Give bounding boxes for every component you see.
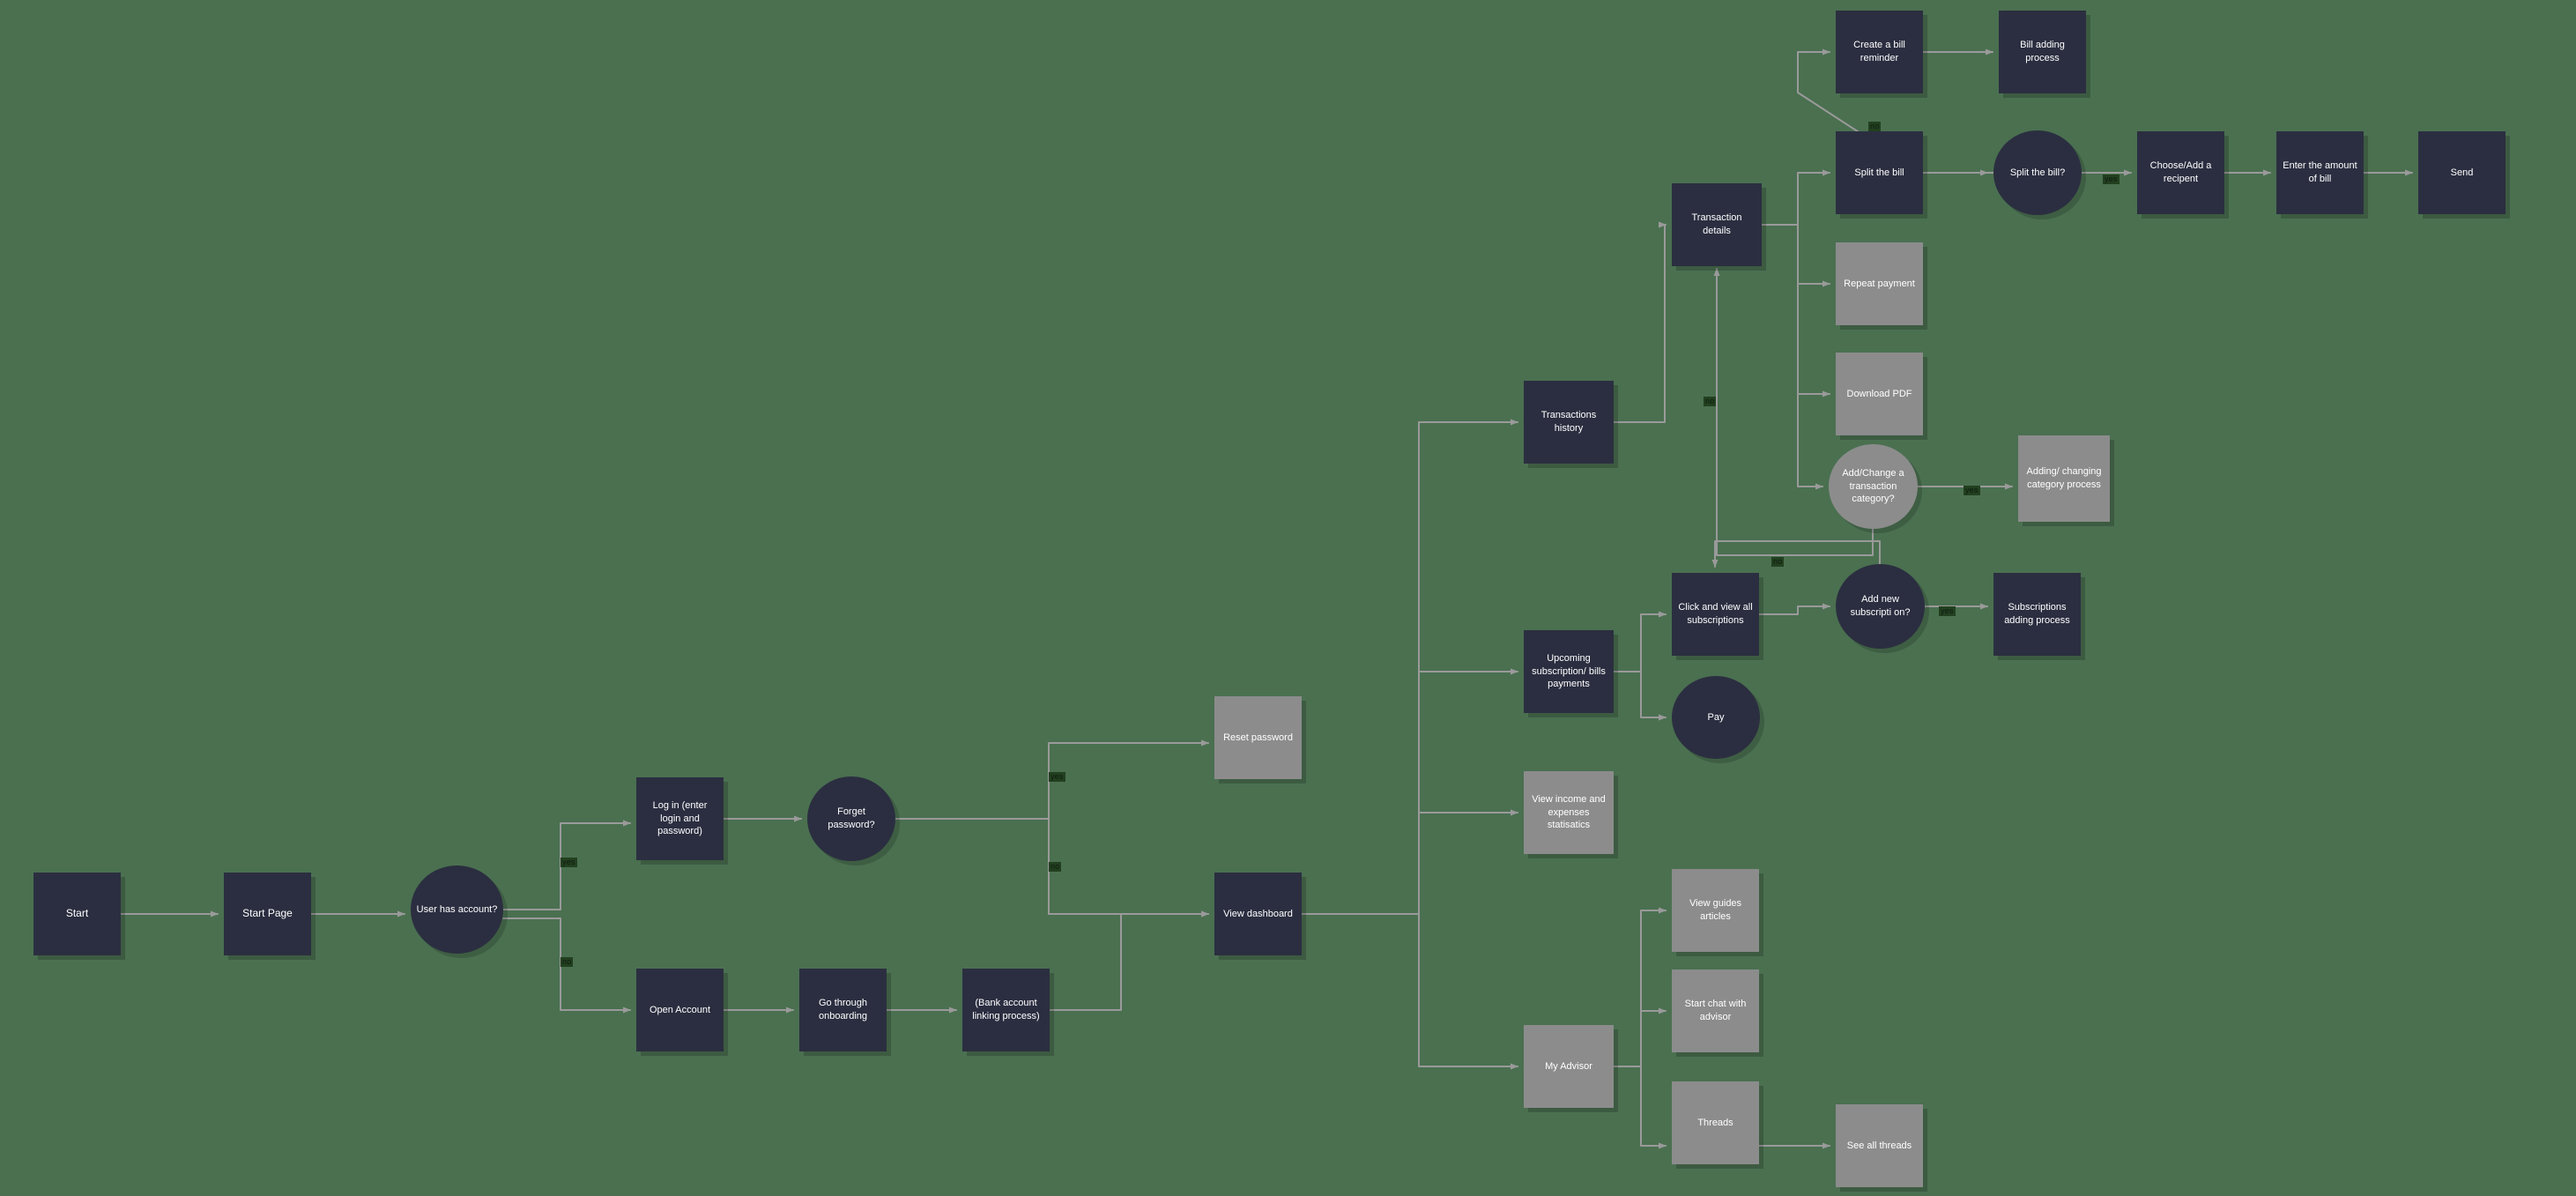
- flow-node-label: Create a bill reminder: [1853, 40, 1905, 63]
- flow-node-see_all_threads[interactable]: See all threads: [1836, 1104, 1923, 1187]
- flow-node-reset_password[interactable]: Reset password: [1214, 696, 1302, 779]
- flow-node-label: Transaction details: [1691, 212, 1742, 236]
- flow-node-label: Adding/ changing category process: [2026, 466, 2102, 490]
- flow-node-view_dashboard[interactable]: View dashboard: [1214, 873, 1302, 955]
- edge-path: [1301, 419, 1518, 915]
- edge-label-acct_no: no: [560, 957, 574, 967]
- flow-node-category_process[interactable]: Adding/ changing category process: [2018, 435, 2110, 522]
- flow-node-label: Send: [2450, 167, 2474, 178]
- flow-node-label: View guides articles: [1689, 898, 1742, 922]
- flow-node-label: Enter the amount of bill: [2283, 160, 2357, 184]
- edge-label-forget_no: no: [1049, 862, 1062, 872]
- flow-node-start[interactable]: Start: [33, 873, 121, 955]
- edge-label-cat_yes: yes: [1964, 486, 1980, 495]
- flow-node-create_bill[interactable]: Create a bill reminder: [1836, 11, 1923, 93]
- flow-node-split_bill_q[interactable]: Split the bill?: [1993, 130, 2082, 215]
- flow-node-label: Add/Change a transaction category?: [1842, 468, 1904, 505]
- flow-node-start_chat[interactable]: Start chat with advisor: [1672, 969, 1759, 1052]
- flow-node-sub_adding[interactable]: Subscriptions adding process: [1993, 573, 2081, 656]
- flow-node-change_category[interactable]: Add/Change a transaction category?: [1829, 444, 1918, 529]
- edge-path: [1418, 913, 1518, 1070]
- flow-node-my_advisor[interactable]: My Advisor: [1524, 1025, 1614, 1108]
- edge-path: [1613, 907, 1667, 1067]
- edge-label-split_yes: yes: [2103, 175, 2119, 184]
- flow-node-onboarding[interactable]: Go through onboarding: [799, 969, 887, 1051]
- flow-node-label: Forget password?: [828, 806, 875, 830]
- flow-node-label: Bill adding process: [2020, 40, 2065, 63]
- flow-node-tx_details[interactable]: Transaction details: [1672, 183, 1762, 266]
- flow-node-download_pdf[interactable]: Download PDF: [1836, 353, 1923, 435]
- edge-label-forget_yes: yes: [1049, 772, 1065, 782]
- flow-node-label: Click and view all subscriptions: [1678, 602, 1753, 626]
- flow-node-label: Log in (enter login and password): [652, 800, 708, 837]
- flow-node-label: Add new subscripti on?: [1850, 594, 1911, 618]
- edge-path: [1613, 671, 1667, 721]
- edge-path: [1711, 540, 1881, 568]
- edge-path: [1613, 1066, 1667, 1149]
- flow-node-bill_adding[interactable]: Bill adding process: [1999, 11, 2086, 93]
- edge-path: [1797, 393, 1823, 490]
- flow-node-send[interactable]: Send: [2418, 131, 2505, 214]
- edge-label-sub_yes: yes: [1939, 606, 1956, 616]
- flow-node-login[interactable]: Log in (enter login and password): [636, 777, 724, 860]
- edge-label-split_no: no: [1868, 122, 1882, 131]
- flow-node-income_stats[interactable]: View income and expenses statisatics: [1524, 771, 1614, 854]
- flow-node-label: View dashboard: [1223, 908, 1293, 919]
- flow-node-label: Upcoming subscription/ bills payments: [1532, 653, 1606, 690]
- edge-path: [1049, 910, 1209, 1011]
- edge-path: [1613, 221, 1667, 423]
- flow-node-forget_password[interactable]: Forget password?: [807, 776, 895, 861]
- flow-node-label: Transactions history: [1540, 410, 1597, 434]
- edge-path: [1613, 611, 1667, 672]
- flow-node-tx_history[interactable]: Transactions history: [1524, 381, 1614, 464]
- edge-label-cat_no: no: [1704, 397, 1717, 406]
- flow-node-split_bill[interactable]: Split the bill: [1836, 131, 1923, 214]
- flow-node-label: Subscriptions adding process: [2004, 602, 2070, 626]
- flow-node-label: Start: [65, 907, 89, 920]
- flow-node-label: Go through onboarding: [818, 998, 868, 1021]
- flow-node-label: Choose/Add a recipent: [2149, 160, 2212, 184]
- flow-node-click_view_subs[interactable]: Click and view all subscriptions: [1672, 573, 1759, 656]
- flowchart-canvas: Start Start Page User has account? Log in (…: [0, 0, 2576, 1196]
- edge-label-sub_no: no: [1771, 557, 1785, 567]
- flow-node-label: My Advisor: [1545, 1060, 1592, 1072]
- flow-node-label: Repeat payment: [1844, 278, 1915, 289]
- flow-node-pay[interactable]: Pay: [1672, 676, 1760, 759]
- edge-path: [1797, 283, 1830, 397]
- edge-label-acct_yes: yes: [560, 858, 577, 867]
- flow-node-user_has_account[interactable]: User has account?: [411, 865, 503, 954]
- edge-path: [1761, 224, 1830, 287]
- flow-node-bank_link[interactable]: (Bank account linking process): [962, 969, 1050, 1051]
- flow-node-label: Open Account: [649, 1004, 711, 1015]
- edge-path: [1758, 603, 1830, 615]
- flow-node-label: View income and expenses statisatics: [1532, 794, 1606, 831]
- edge-path: [1761, 169, 1830, 226]
- flow-node-enter_amount[interactable]: Enter the amount of bill: [2276, 131, 2364, 214]
- flow-node-label: Split the bill: [1854, 167, 1904, 178]
- flow-node-open_account[interactable]: Open Account: [636, 969, 724, 1051]
- flow-node-choose_recipient[interactable]: Choose/Add a recipent: [2137, 131, 2224, 214]
- flow-node-label: Start chat with advisor: [1684, 999, 1747, 1022]
- flow-node-threads[interactable]: Threads: [1672, 1081, 1759, 1164]
- flow-node-label: Reset password: [1223, 732, 1293, 743]
- flow-node-repeat_payment[interactable]: Repeat payment: [1836, 242, 1923, 325]
- flow-node-label: See all threads: [1846, 1140, 1912, 1151]
- flow-node-label: Threads: [1697, 1117, 1733, 1128]
- flow-node-label: Start Page: [242, 907, 293, 920]
- flow-node-add_new_sub[interactable]: Add new subscripti on?: [1836, 564, 1925, 649]
- flow-node-upcoming[interactable]: Upcoming subscription/ bills payments: [1524, 630, 1614, 713]
- flow-node-view_guides[interactable]: View guides articles: [1672, 869, 1759, 952]
- flow-node-label: User has account?: [416, 903, 498, 915]
- flow-node-label: Download PDF: [1846, 388, 1912, 399]
- flow-node-start_page[interactable]: Start Page: [224, 873, 311, 955]
- flow-node-label: Split the bill?: [2009, 167, 2066, 178]
- flow-node-label: Pay: [1707, 711, 1725, 723]
- flow-node-label: (Bank account linking process): [972, 998, 1040, 1021]
- edge-path: [1613, 1007, 1667, 1067]
